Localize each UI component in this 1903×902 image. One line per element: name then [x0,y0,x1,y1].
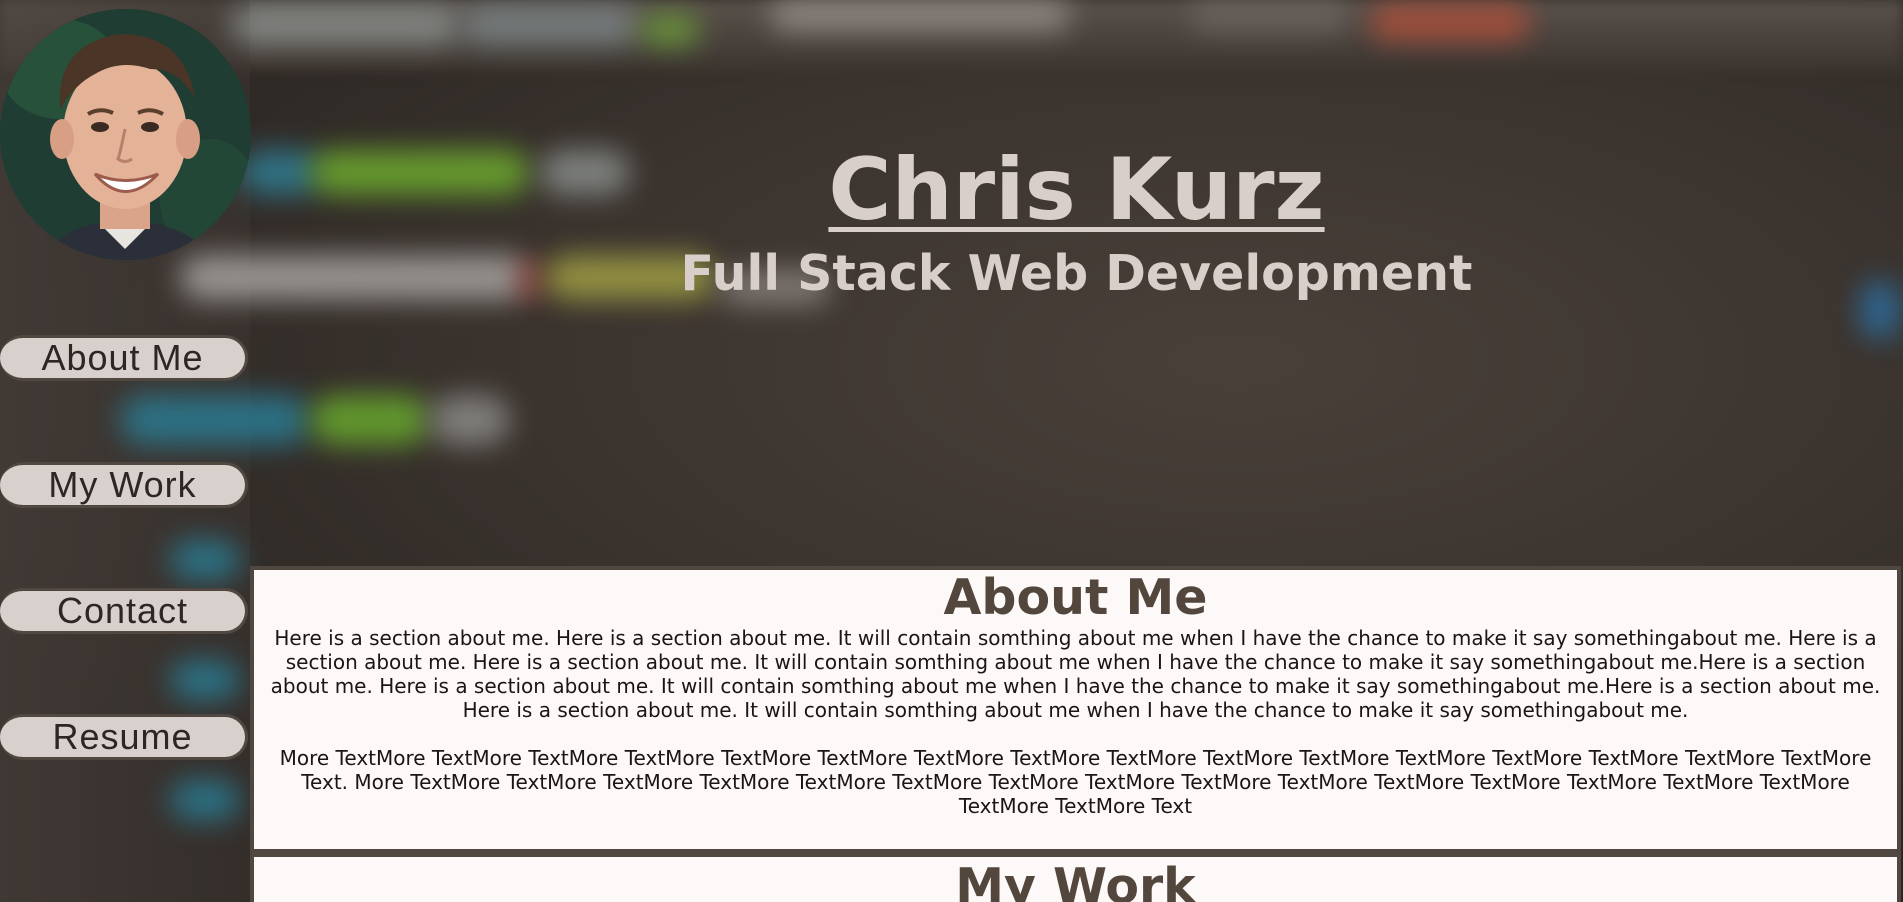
nav-my-work-button[interactable]: My Work [0,462,248,508]
site-subtitle: Full Stack Web Development [680,245,1473,302]
my-work-heading: My Work [955,858,1196,902]
my-work-section: My Work [250,853,1901,902]
nav-resume-button[interactable]: Resume [0,714,248,760]
about-me-heading: About Me [943,569,1208,626]
about-me-more-text: More TextMore TextMore TextMore TextMore… [279,746,1872,818]
profile-photo [0,9,251,260]
about-me-paragraph: Here is a section about me. Here is a se… [270,626,1881,722]
about-me-section: About Me Here is a section about me. Her… [250,566,1901,853]
nav-contact-button[interactable]: Contact [0,588,248,634]
site-title: Chris Kurz [828,140,1325,240]
nav-about-me-button[interactable]: About Me [0,335,248,381]
